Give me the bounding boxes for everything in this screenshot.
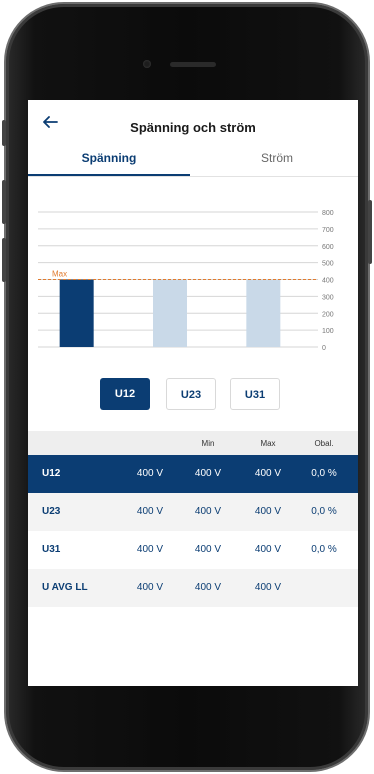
y-tick-label: 500	[322, 261, 334, 268]
phase-selector: U12 U23 U31	[28, 378, 358, 412]
y-tick-label: 0	[322, 345, 326, 352]
select-u31-button[interactable]: U31	[230, 378, 280, 410]
row-unbalance: 0,0 %	[311, 468, 337, 479]
y-tick-label: 400	[322, 278, 334, 285]
row-min: 400 V	[194, 468, 222, 479]
header-min: Min	[201, 439, 215, 448]
front-camera	[143, 60, 151, 68]
row-unbalance: 0,0 %	[311, 544, 337, 555]
bar-chart: 800 700 600 500 400 300 200 100 0 Max	[38, 210, 334, 352]
tab-voltage[interactable]: Spänning	[28, 142, 190, 176]
row-value: 400 V	[136, 582, 164, 593]
max-label: Max	[52, 270, 67, 279]
row-value: 400 V	[136, 506, 164, 517]
y-tick-label: 600	[322, 244, 334, 251]
row-max: 400 V	[254, 544, 282, 555]
table-row[interactable]: U31 400 V 400 V 400 V 0,0 %	[28, 531, 358, 569]
y-tick-label: 200	[322, 311, 334, 318]
table-row[interactable]: U23 400 V 400 V 400 V 0,0 %	[28, 493, 358, 531]
app-screen: Spänning och ström Spänning Ström 800 700…	[28, 100, 358, 686]
row-min: 400 V	[194, 506, 222, 517]
select-u23-button[interactable]: U23	[166, 378, 216, 410]
volume-up-button	[2, 120, 6, 146]
page-title: Spänning och ström	[130, 120, 256, 135]
earpiece-speaker	[170, 62, 216, 67]
volume-down-button	[2, 180, 6, 224]
row-name: U23	[42, 506, 61, 517]
tab-current[interactable]: Ström	[196, 142, 358, 174]
y-tick-label: 100	[322, 328, 334, 335]
y-tick-label: 700	[322, 227, 334, 234]
table-row[interactable]: U AVG LL 400 V 400 V 400 V	[28, 569, 358, 607]
row-max: 400 V	[254, 468, 282, 479]
header: Spänning och ström	[28, 100, 358, 142]
header-unbalance: Obal.	[314, 439, 334, 448]
tab-bar: Spänning Ström	[28, 142, 358, 177]
voltage-chart: 800 700 600 500 400 300 200 100 0 Max	[28, 200, 358, 360]
power-button	[368, 200, 372, 264]
bar-u12	[59, 279, 94, 347]
row-min: 400 V	[194, 582, 222, 593]
row-name: U12	[42, 468, 61, 479]
table-row[interactable]: U12 400 V 400 V 400 V 0,0 %	[28, 455, 358, 493]
row-max: 400 V	[254, 506, 282, 517]
header-max: Max	[260, 439, 276, 448]
row-value: 400 V	[136, 544, 164, 555]
row-value: 400 V	[136, 468, 164, 479]
volume-down-button-2	[2, 238, 6, 282]
bar-u23	[153, 279, 187, 347]
row-name: U AVG LL	[42, 582, 88, 593]
row-min: 400 V	[194, 544, 222, 555]
y-tick-label: 300	[322, 294, 334, 301]
table-header: Min Max Obal.	[28, 431, 358, 455]
y-tick-label: 800	[322, 210, 334, 217]
row-max: 400 V	[254, 582, 282, 593]
select-u12-button[interactable]: U12	[100, 378, 150, 410]
row-name: U31	[42, 544, 61, 555]
voltage-table: Min Max Obal. U12 400 V 400 V 400 V 0,0 …	[28, 431, 358, 607]
row-unbalance: 0,0 %	[311, 506, 337, 517]
bar-u31	[246, 279, 281, 347]
